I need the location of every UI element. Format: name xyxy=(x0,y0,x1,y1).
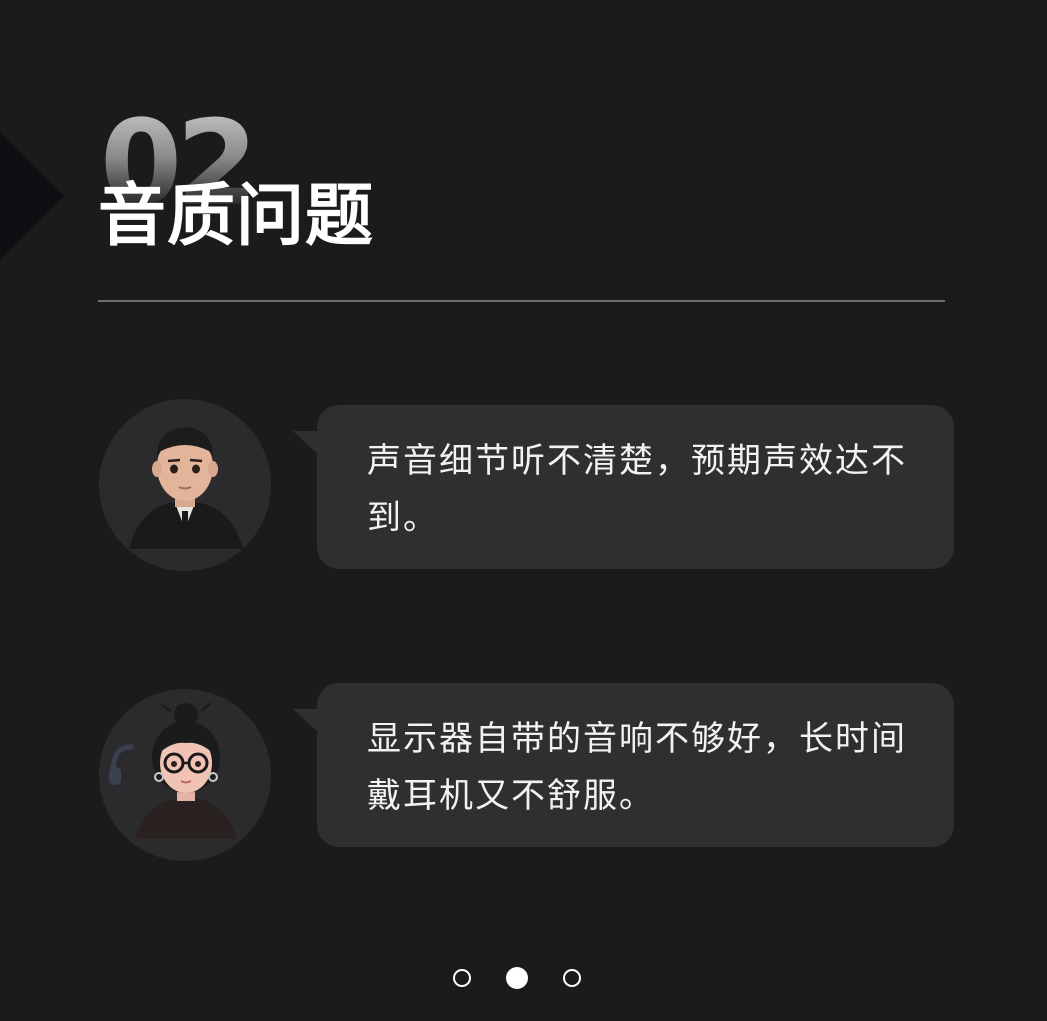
male-avatar xyxy=(99,399,271,571)
slide-page: 02 音质问题 声音细节听不清楚，预期声效达不到。 显示器自带的音响不够好，长时… xyxy=(0,0,1047,1021)
section-title: 音质问题 xyxy=(98,177,375,256)
female-avatar xyxy=(99,689,271,861)
female-avatar-icon xyxy=(99,689,271,861)
comment-text-1: 声音细节听不清楚，预期声效达不到。 xyxy=(367,441,907,538)
page-dot-2-active[interactable] xyxy=(506,967,528,989)
page-dot-3[interactable] xyxy=(563,969,581,987)
comment-bubble-2: 显示器自带的音响不够好，长时间戴耳机又不舒服。 xyxy=(293,683,954,847)
divider xyxy=(98,300,945,302)
page-indicator xyxy=(453,967,581,989)
comment-text-2: 显示器自带的音响不够好，长时间戴耳机又不舒服。 xyxy=(367,719,907,816)
side-arrow-decoration xyxy=(0,132,64,260)
comment-bubble-1: 声音细节听不清楚，预期声效达不到。 xyxy=(293,405,954,569)
page-dot-1[interactable] xyxy=(453,969,471,987)
male-avatar-icon xyxy=(99,399,271,571)
